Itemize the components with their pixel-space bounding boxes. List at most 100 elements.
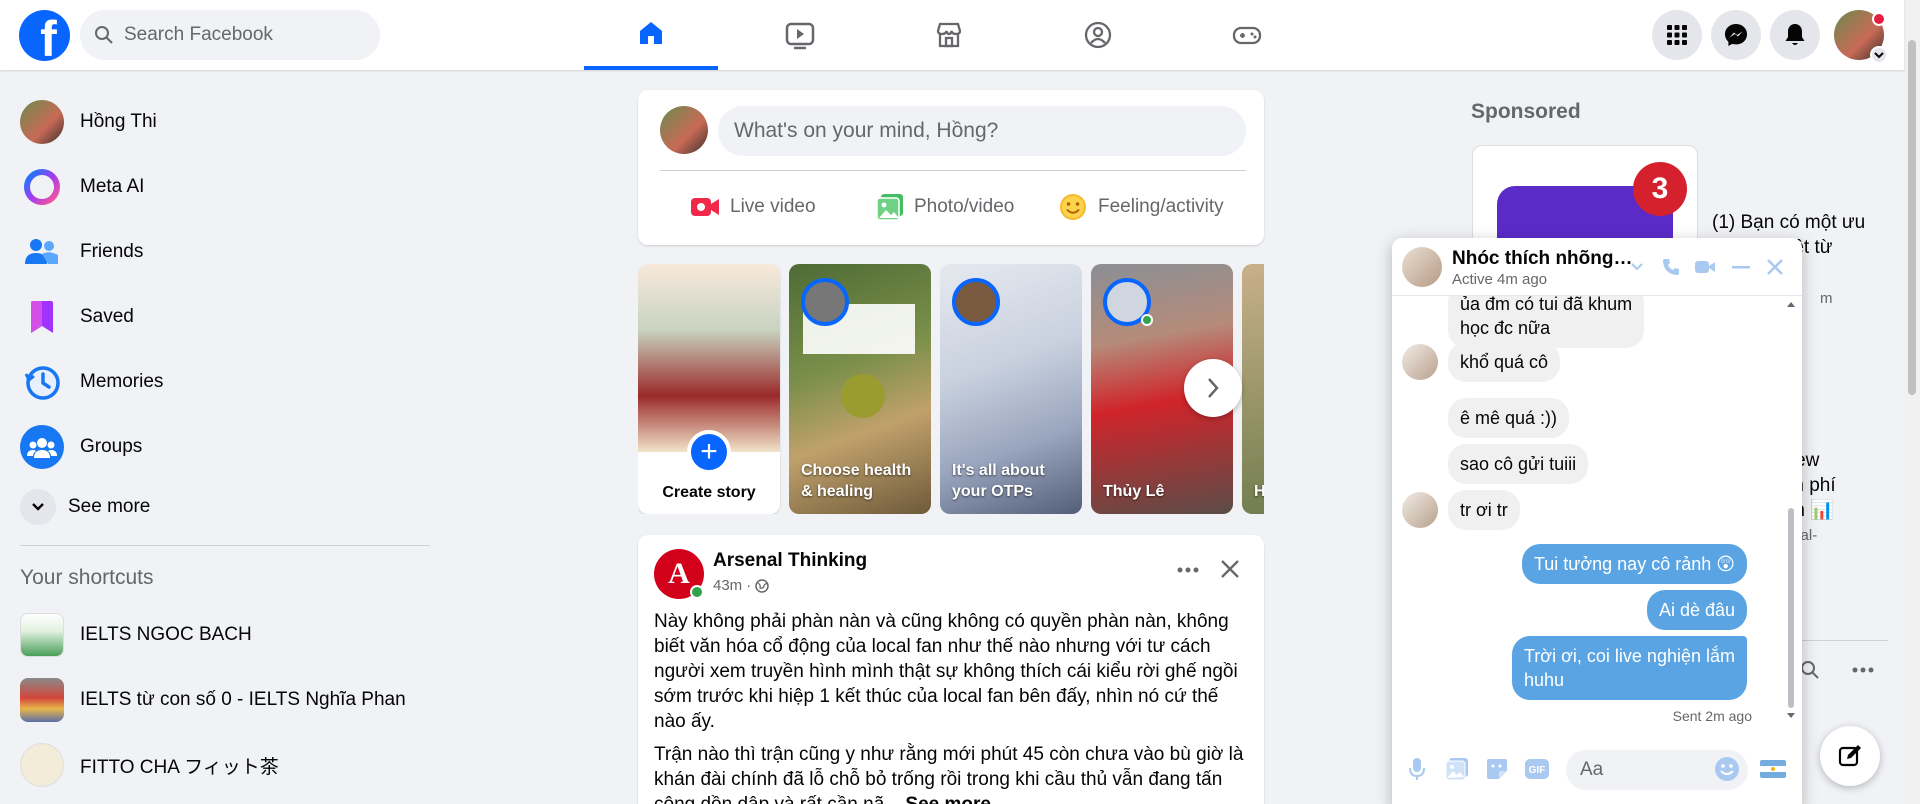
story-card[interactable]: Choose health & healing — [789, 264, 931, 514]
chat-header[interactable]: Nhóc thích nhõng… Active 4m ago — [1392, 238, 1802, 296]
create-story-card[interactable]: + Create story — [638, 264, 780, 514]
shortcuts-heading: Your shortcuts — [20, 566, 154, 589]
tab-gaming[interactable] — [1180, 0, 1314, 70]
post-body: Này không phải phàn nàn và cũng không có… — [654, 609, 1248, 804]
shortcut-thumbnail — [20, 613, 64, 657]
shortcut-item[interactable]: FITTO CHA フィット茶 — [20, 737, 279, 793]
memories-icon — [20, 360, 64, 404]
messenger-button[interactable] — [1711, 10, 1761, 60]
sidebar-item-groups[interactable]: Groups — [20, 419, 142, 475]
close-chat-button[interactable] — [1762, 254, 1788, 280]
story-card[interactable]: H — [1242, 264, 1264, 514]
sticker-button[interactable] — [1482, 754, 1512, 784]
live-video-button[interactable]: Live video — [690, 182, 816, 232]
facebook-logo[interactable]: f — [19, 10, 70, 61]
photo-video-button[interactable]: Photo/video — [876, 182, 1014, 232]
stories-next-button[interactable] — [1184, 359, 1242, 417]
story-caption: Thủy Lê — [1103, 483, 1165, 500]
chat-avatar[interactable] — [1402, 247, 1442, 287]
notifications-button[interactable] — [1770, 10, 1820, 60]
sidebar-item-meta-ai[interactable]: Meta AI — [20, 159, 144, 215]
chat-scrollbar[interactable] — [1788, 508, 1794, 708]
story-caption: Choose health & healing — [801, 462, 912, 500]
menu-button[interactable] — [1652, 10, 1702, 60]
message-bubble-incoming: ê mê quá :)) — [1448, 398, 1570, 438]
post-author-name[interactable]: Arsenal Thinking — [713, 550, 867, 572]
search-icon — [95, 26, 113, 44]
minimize-chat-button[interactable] — [1728, 254, 1754, 280]
chat-options-button[interactable] — [1624, 254, 1650, 280]
sidebar-item-label: Friends — [80, 241, 144, 262]
post-paragraph: Trận nào thì trận cũng y như rằng mới ph… — [654, 742, 1248, 804]
tab-groups[interactable] — [1031, 0, 1165, 70]
hide-post-button[interactable] — [1210, 549, 1250, 589]
shortcut-item[interactable]: IELTS từ con số 0 - IELTS Nghĩa Phan — [20, 672, 406, 728]
page-scrollbar[interactable] — [1904, 0, 1920, 804]
new-message-button[interactable] — [1820, 726, 1880, 786]
account-avatar[interactable] — [1834, 10, 1888, 64]
page-scrollbar-thumb[interactable] — [1908, 40, 1916, 395]
sticker-icon — [1487, 759, 1507, 779]
video-call-button[interactable] — [1692, 254, 1718, 280]
story-caption: Create story — [662, 484, 756, 501]
voice-call-button[interactable] — [1658, 254, 1684, 280]
composer-avatar — [660, 106, 708, 154]
sidebar-item-label: Memories — [80, 371, 164, 392]
post-author-avatar[interactable]: A — [654, 549, 704, 599]
quick-reaction-button[interactable] — [1758, 754, 1788, 784]
photo-video-label: Photo/video — [914, 196, 1015, 217]
friends-icon — [20, 230, 64, 274]
chat-contact-name[interactable]: Nhóc thích nhõng… — [1452, 248, 1632, 270]
message-bubble-outgoing: Tui tưởng nay cô rảnh 😲 — [1521, 544, 1747, 584]
tab-home[interactable] — [584, 0, 718, 70]
contacts-search-button[interactable] — [1800, 660, 1820, 685]
shortcut-item[interactable]: IELTS NGOC BACH — [20, 607, 252, 663]
story-card[interactable]: It's all about your OTPs — [940, 264, 1082, 514]
svg-text:GIF: GIF — [1529, 765, 1546, 776]
plus-icon: + — [687, 430, 731, 474]
groups-icon — [1084, 21, 1112, 49]
message-bubble-outgoing: Trời ơi, coi live nghiện lắm huhu — [1511, 636, 1747, 700]
sidebar-item-friends[interactable]: Friends — [20, 224, 143, 280]
see-more-button[interactable]: See more — [20, 479, 150, 535]
close-icon — [1221, 560, 1239, 578]
search-input[interactable] — [124, 24, 364, 46]
video-camera-icon — [1695, 261, 1715, 273]
tab-video[interactable] — [733, 0, 867, 70]
menu-grid-icon — [1667, 25, 1687, 45]
right-divider — [1800, 640, 1888, 641]
gif-button[interactable]: GIF — [1522, 754, 1552, 784]
feeling-activity-button[interactable]: Feeling/activity — [1058, 182, 1224, 232]
voice-clip-button[interactable] — [1402, 754, 1432, 784]
sidebar-item-memories[interactable]: Memories — [20, 354, 163, 410]
status-input[interactable] — [718, 106, 1246, 156]
tab-marketplace[interactable] — [882, 0, 1016, 70]
chat-status: Active 4m ago — [1452, 271, 1548, 288]
post-meta: 43m · — [713, 577, 769, 594]
post-time[interactable]: 43m — [713, 577, 742, 594]
search-box[interactable] — [80, 10, 380, 60]
contacts-options-button[interactable] — [1852, 660, 1874, 685]
scroll-down-arrow-icon[interactable] — [1786, 712, 1796, 720]
story-avatar — [801, 278, 849, 326]
image-icon — [1445, 758, 1468, 781]
messenger-icon — [1725, 24, 1747, 46]
sidebar-item-saved[interactable]: Saved — [20, 289, 134, 345]
sidebar-item-profile[interactable]: Hồng Thi — [20, 94, 157, 150]
gif-icon: GIF — [1525, 759, 1549, 779]
shortcut-thumbnail — [20, 743, 64, 787]
more-horizontal-icon — [1177, 567, 1199, 573]
sidebar-item-label: Saved — [80, 306, 134, 327]
see-more-link[interactable]: See more — [905, 794, 991, 804]
message-list[interactable]: ủa đm có tui đã khum học đc nữa khổ quá … — [1392, 296, 1787, 736]
chevron-down-icon — [1870, 46, 1888, 64]
chat-window: Nhóc thích nhõng… Active 4m ago ủa đm có… — [1392, 238, 1802, 804]
attach-photo-button[interactable] — [1442, 754, 1472, 784]
chevron-down-icon — [1631, 263, 1643, 271]
post-options-button[interactable] — [1168, 555, 1208, 585]
emoji-button[interactable] — [1712, 754, 1742, 784]
scroll-up-arrow-icon[interactable] — [1786, 300, 1796, 308]
chevron-down-icon — [20, 489, 56, 525]
compose-icon — [1838, 745, 1861, 767]
sidebar-item-label: Groups — [80, 436, 143, 457]
